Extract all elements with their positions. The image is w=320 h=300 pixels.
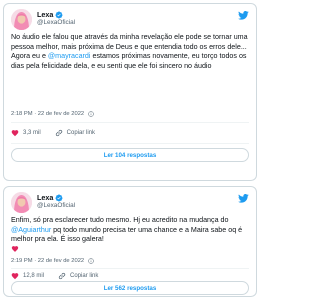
tweet-text-segment: Enfim, só pra esclarecer tudo mesmo. Hj …	[11, 216, 229, 224]
copy-link-button[interactable]: Copiar link	[58, 272, 98, 280]
author-name[interactable]: Lexa	[37, 10, 53, 19]
author-handle[interactable]: @LexaOficial	[37, 19, 75, 26]
link-icon	[58, 272, 66, 280]
info-icon[interactable]	[88, 111, 94, 117]
tweet-header: Lexa @LexaOficial	[4, 187, 256, 215]
copy-link-button[interactable]: Copiar link	[55, 129, 95, 137]
like-count: 12,8 mil	[23, 273, 45, 279]
tweet-actions: 3,3 mil Copiar link	[11, 127, 249, 139]
heart-icon	[11, 273, 19, 280]
mention-link[interactable]: @mayracardi	[48, 52, 91, 60]
avatar[interactable]	[11, 9, 32, 30]
tweet-text: Enfim, só pra esclarecer tudo mesmo. Hj …	[11, 216, 249, 254]
divider	[11, 122, 249, 123]
tweet-timestamp[interactable]: 2:18 PM · 22 de fev de 2022	[11, 111, 84, 117]
info-icon[interactable]	[88, 258, 94, 264]
verified-badge-icon	[55, 194, 63, 202]
link-icon	[55, 129, 62, 137]
heart-icon	[11, 130, 19, 137]
author-handle[interactable]: @LexaOficial	[37, 202, 75, 209]
verified-badge-icon	[55, 11, 63, 19]
like-button[interactable]: 3,3 mil	[11, 129, 41, 137]
tweet-card-2: Lexa @LexaOficial Enfim, só pra esclarec…	[3, 186, 257, 297]
twitter-bird-icon[interactable]	[238, 11, 249, 20]
copy-link-label: Copiar link	[66, 130, 96, 136]
avatar[interactable]	[11, 192, 32, 213]
like-count: 3,3 mil	[23, 130, 41, 136]
tweet-card-1: Lexa @LexaOficial No áudio ele falou que…	[3, 3, 257, 181]
red-heart-emoji-icon	[11, 245, 19, 252]
like-button[interactable]: 12,8 mil	[11, 272, 44, 280]
mention-link[interactable]: @Aguiarthur	[11, 226, 51, 234]
read-replies-button[interactable]: Ler 104 respostas	[11, 148, 249, 162]
copy-link-label: Copiar link	[70, 273, 99, 279]
twitter-bird-icon[interactable]	[238, 194, 249, 203]
read-replies-button[interactable]: Ler 562 respostas	[11, 281, 249, 295]
tweet-timestamp[interactable]: 2:19 PM · 22 de fev de 2022	[11, 258, 84, 264]
tweet-timestamp-row: 2:18 PM · 22 de fev de 2022	[11, 111, 94, 117]
tweet-timestamp-row: 2:19 PM · 22 de fev de 2022	[11, 258, 94, 264]
tweet-header: Lexa @LexaOficial	[4, 4, 256, 32]
divider	[11, 268, 249, 269]
tweet-text: No áudio ele falou que através da minha …	[11, 33, 249, 71]
author-name[interactable]: Lexa	[37, 193, 53, 202]
divider	[11, 143, 249, 144]
